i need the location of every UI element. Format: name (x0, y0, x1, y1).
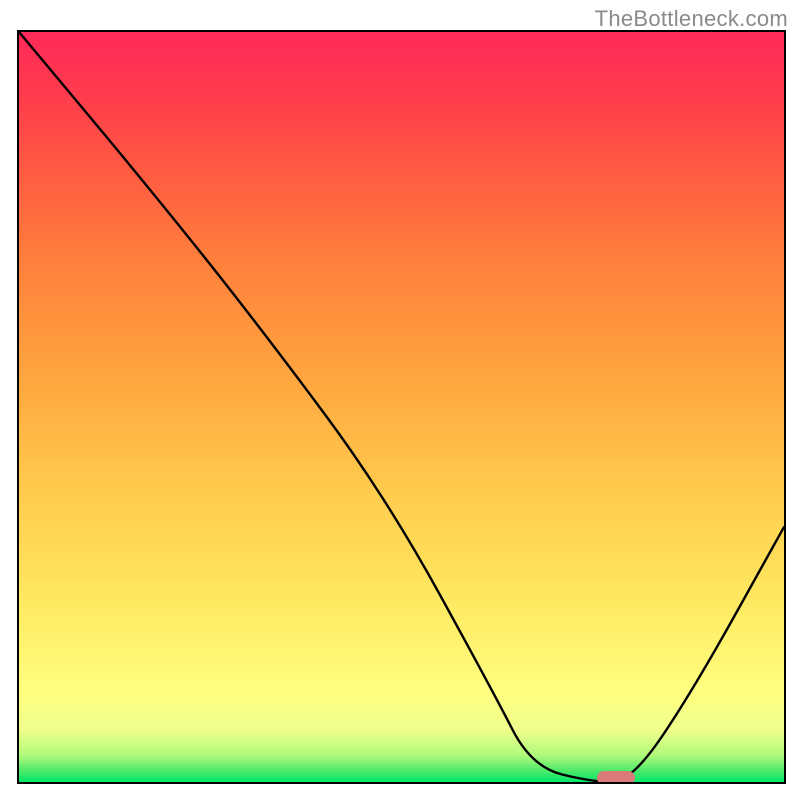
watermark-text: TheBottleneck.com (595, 6, 788, 32)
gradient-background (19, 32, 784, 782)
optimal-marker (597, 771, 635, 784)
chart-frame (17, 30, 786, 784)
